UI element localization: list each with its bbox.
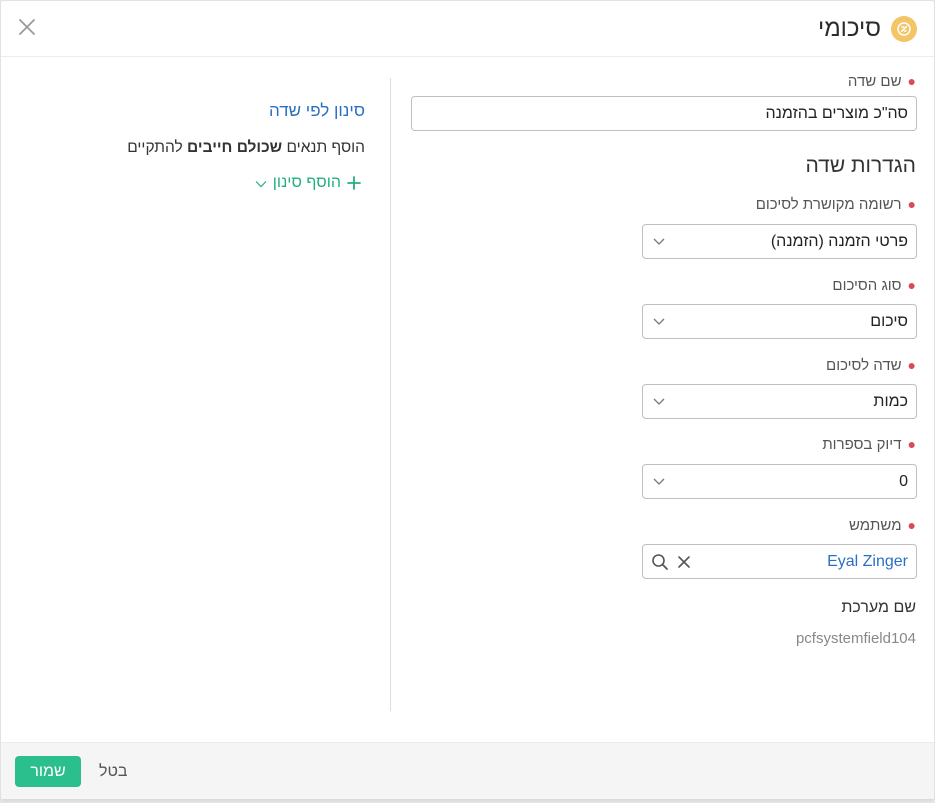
linked-record-value: פרטי הזמנה (הזמנה) [770,233,908,250]
field-settings-heading: הגדרות שדה [805,154,917,177]
summary-type-select[interactable]: סיכום [642,304,917,339]
required-dot: ● [907,277,916,293]
user-label: ●משתמש [848,517,916,534]
summary-field-select[interactable]: כמות [642,384,917,419]
summary-field-label: ●שדה לסיכום [826,357,916,374]
save-button[interactable]: שמור [15,756,81,787]
required-dot: ● [907,436,916,452]
search-icon[interactable] [651,553,669,571]
chevron-down-icon [653,318,665,325]
required-dot: ● [907,517,916,533]
title-group: סיכומי [818,15,917,43]
required-dot: ● [907,357,916,373]
user-picker[interactable]: Eyal Zinger [642,544,917,579]
field-name-value: סה"כ מוצרים בהזמנה [765,105,908,122]
filter-by-field-title: סינון לפי שדה [268,101,365,120]
required-dot: ● [907,196,916,212]
precision-value: 0 [899,473,908,490]
dialog-header: סיכומי [1,1,934,57]
chevron-down-icon [653,238,665,245]
summary-icon [891,16,917,42]
add-filter-label: הוסף סינון [272,174,341,191]
clear-icon[interactable] [677,555,691,569]
summary-field-value: כמות [873,393,908,410]
field-name-input[interactable]: סה"כ מוצרים בהזמנה [411,96,917,131]
plus-icon [347,176,361,190]
summary-type-label: ●סוג הסיכום [832,277,916,294]
precision-select[interactable]: 0 [642,464,917,499]
column-divider [390,78,391,711]
chevron-down-icon [653,398,665,405]
filter-description: הוסף תנאים שכולם חייבים להתקיים [127,139,365,156]
linked-record-select[interactable]: פרטי הזמנה (הזמנה) [642,224,917,259]
dialog-footer: שמור בטל [1,742,934,799]
cancel-button[interactable]: בטל [99,763,128,781]
required-dot: ● [907,73,916,89]
field-name-label: ●שם שדה [847,73,916,90]
close-icon[interactable] [18,18,36,36]
user-value: Eyal Zinger [827,553,908,570]
summary-field-dialog: סיכומי ●שם שדה סה"כ מוצרים בהזמנה הגדרות… [0,0,935,799]
linked-record-label: ●רשומה מקושרת לסיכום [755,196,916,213]
add-filter-button[interactable]: הוסף סינון [255,174,361,192]
system-name-value: pcfsystemfield104 [795,630,916,647]
chevron-down-icon [653,478,665,485]
precision-label: ●דיוק בספרות [822,436,916,453]
chevron-down-icon [255,181,267,188]
summary-type-value: סיכום [870,313,908,330]
system-name-label: שם מערכת [841,599,916,616]
dialog-title: סיכומי [817,15,881,42]
